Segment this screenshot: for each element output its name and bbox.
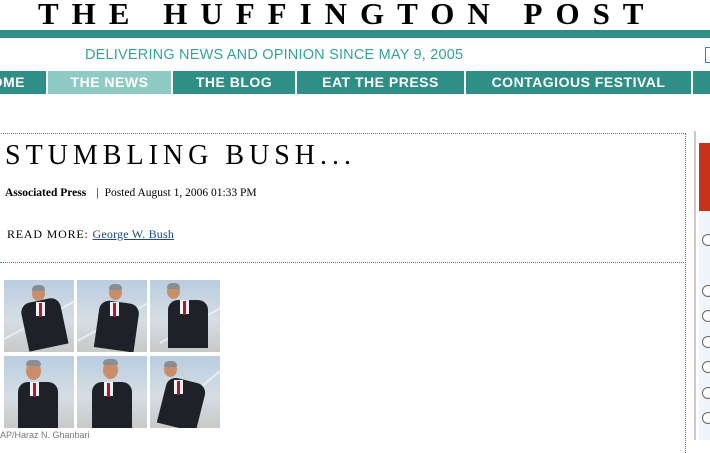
article-title: STUMBLING BUSH... <box>5 140 357 171</box>
read-more-label: READ MORE: <box>7 227 89 241</box>
masthead-rule <box>0 30 710 38</box>
poll-radio-5[interactable] <box>702 361 710 373</box>
article-header-divider <box>0 262 686 263</box>
poll-radio-4[interactable] <box>702 336 710 348</box>
byline: Associated Press | Posted August 1, 2006 0… <box>5 187 257 199</box>
nav-tab-home[interactable]: HOME <box>0 71 46 94</box>
article-source: Associated Press <box>5 187 87 199</box>
photo-frame-5 <box>77 356 147 428</box>
nav-tab-the-blog[interactable]: THE BLOG <box>173 71 295 94</box>
read-more-link[interactable]: George W. Bush <box>92 227 174 241</box>
byline-separator: | <box>96 187 99 199</box>
photo-frame-4 <box>4 356 74 428</box>
nav-tab-more[interactable] <box>693 71 710 94</box>
photo-sequence-image[interactable] <box>4 280 220 428</box>
posted-date: Posted August 1, 2006 01:33 PM <box>104 187 257 199</box>
search-box-edge[interactable] <box>705 47 710 63</box>
site-logo-title[interactable]: THE HUFFINGTON POST <box>38 0 657 30</box>
nav-tab-the-news[interactable]: THE NEWS <box>48 71 171 94</box>
photo-frame-2 <box>77 280 147 352</box>
poll-radio-1[interactable] <box>702 234 710 246</box>
poll-radio-7[interactable] <box>702 412 710 424</box>
photo-credit: AP/Haraz N. Ghanbari <box>0 430 90 440</box>
photo-frame-3 <box>150 280 220 352</box>
nav-tab-contagious-festival[interactable]: CONTAGIOUS FESTIVAL <box>466 71 691 94</box>
nav-tab-eat-the-press[interactable]: EAT THE PRESS <box>297 71 464 94</box>
main-nav: HOME THE NEWS THE BLOG EAT THE PRESS CON… <box>0 71 710 94</box>
poll-radio-2[interactable] <box>702 285 710 297</box>
read-more: READ MORE: George W. Bush <box>7 227 174 242</box>
poll-radio-6[interactable] <box>702 387 710 399</box>
poll-radio-3[interactable] <box>702 310 710 322</box>
sidebar-poll-header <box>699 143 710 211</box>
tagline: DELIVERING NEWS AND OPINION SINCE MAY 9,… <box>85 47 464 63</box>
masthead: THE HUFFINGTON POST <box>0 0 710 30</box>
photo-frame-1 <box>4 280 74 352</box>
photo-frame-6 <box>150 356 220 428</box>
